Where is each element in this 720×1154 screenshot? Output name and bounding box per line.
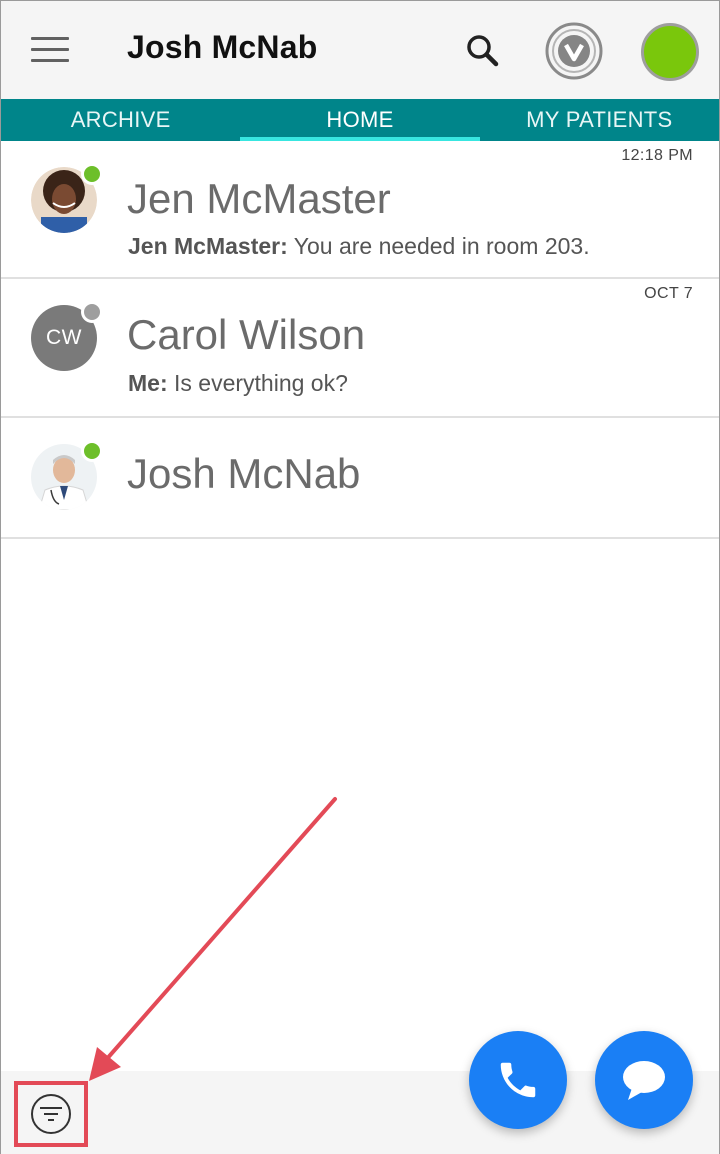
tab-bar: ARCHIVE HOME MY PATIENTS bbox=[1, 99, 719, 141]
new-message-button[interactable] bbox=[595, 1031, 693, 1129]
chat-bubble-icon bbox=[623, 1061, 665, 1100]
avatar bbox=[31, 163, 103, 233]
conversation-preview: Jen McMaster: You are needed in room 203… bbox=[128, 233, 590, 260]
page-title: Josh McNab bbox=[127, 29, 318, 65]
conversation-time: 12:18 PM bbox=[621, 147, 693, 164]
tab-my-patients[interactable]: MY PATIENTS bbox=[480, 99, 719, 141]
conversation-name: Carol Wilson bbox=[127, 311, 366, 358]
conversation-name: Jen McMaster bbox=[127, 175, 391, 222]
search-icon[interactable] bbox=[463, 31, 503, 71]
presence-dot bbox=[81, 301, 103, 323]
tab-archive[interactable]: ARCHIVE bbox=[1, 99, 240, 141]
vocera-badge-icon[interactable] bbox=[544, 21, 604, 81]
conversation-item-carol-wilson[interactable]: OCT 7 CW Carol Wilson Me: Is everything … bbox=[1, 279, 719, 418]
conversation-name: Josh McNab bbox=[127, 450, 361, 497]
conversation-item-jen-mcmaster[interactable]: 12:18 PM Jen McMaster Jen McMaster: You … bbox=[1, 141, 719, 279]
filter-icon bbox=[31, 1094, 71, 1134]
presence-status-indicator[interactable] bbox=[641, 23, 699, 81]
presence-dot bbox=[81, 163, 103, 185]
app-bar: Josh McNab bbox=[1, 1, 719, 99]
conversation-item-josh-mcnab[interactable]: Josh McNab bbox=[1, 418, 719, 539]
avatar: CW bbox=[31, 301, 103, 371]
preview-text: Is everything ok? bbox=[167, 370, 348, 396]
call-button[interactable] bbox=[469, 1031, 567, 1129]
preview-text: You are needed in room 203. bbox=[287, 233, 590, 259]
preview-sender: Me: bbox=[128, 370, 168, 396]
presence-dot bbox=[81, 440, 103, 462]
phone-icon bbox=[500, 1062, 536, 1098]
avatar bbox=[31, 440, 103, 510]
preview-sender: Jen McMaster: bbox=[128, 233, 288, 259]
conversation-time: OCT 7 bbox=[644, 285, 693, 302]
hamburger-menu-icon[interactable] bbox=[31, 37, 69, 63]
conversation-preview: Me: Is everything ok? bbox=[128, 370, 348, 397]
tab-home[interactable]: HOME bbox=[240, 99, 480, 141]
filter-button[interactable] bbox=[14, 1081, 88, 1147]
